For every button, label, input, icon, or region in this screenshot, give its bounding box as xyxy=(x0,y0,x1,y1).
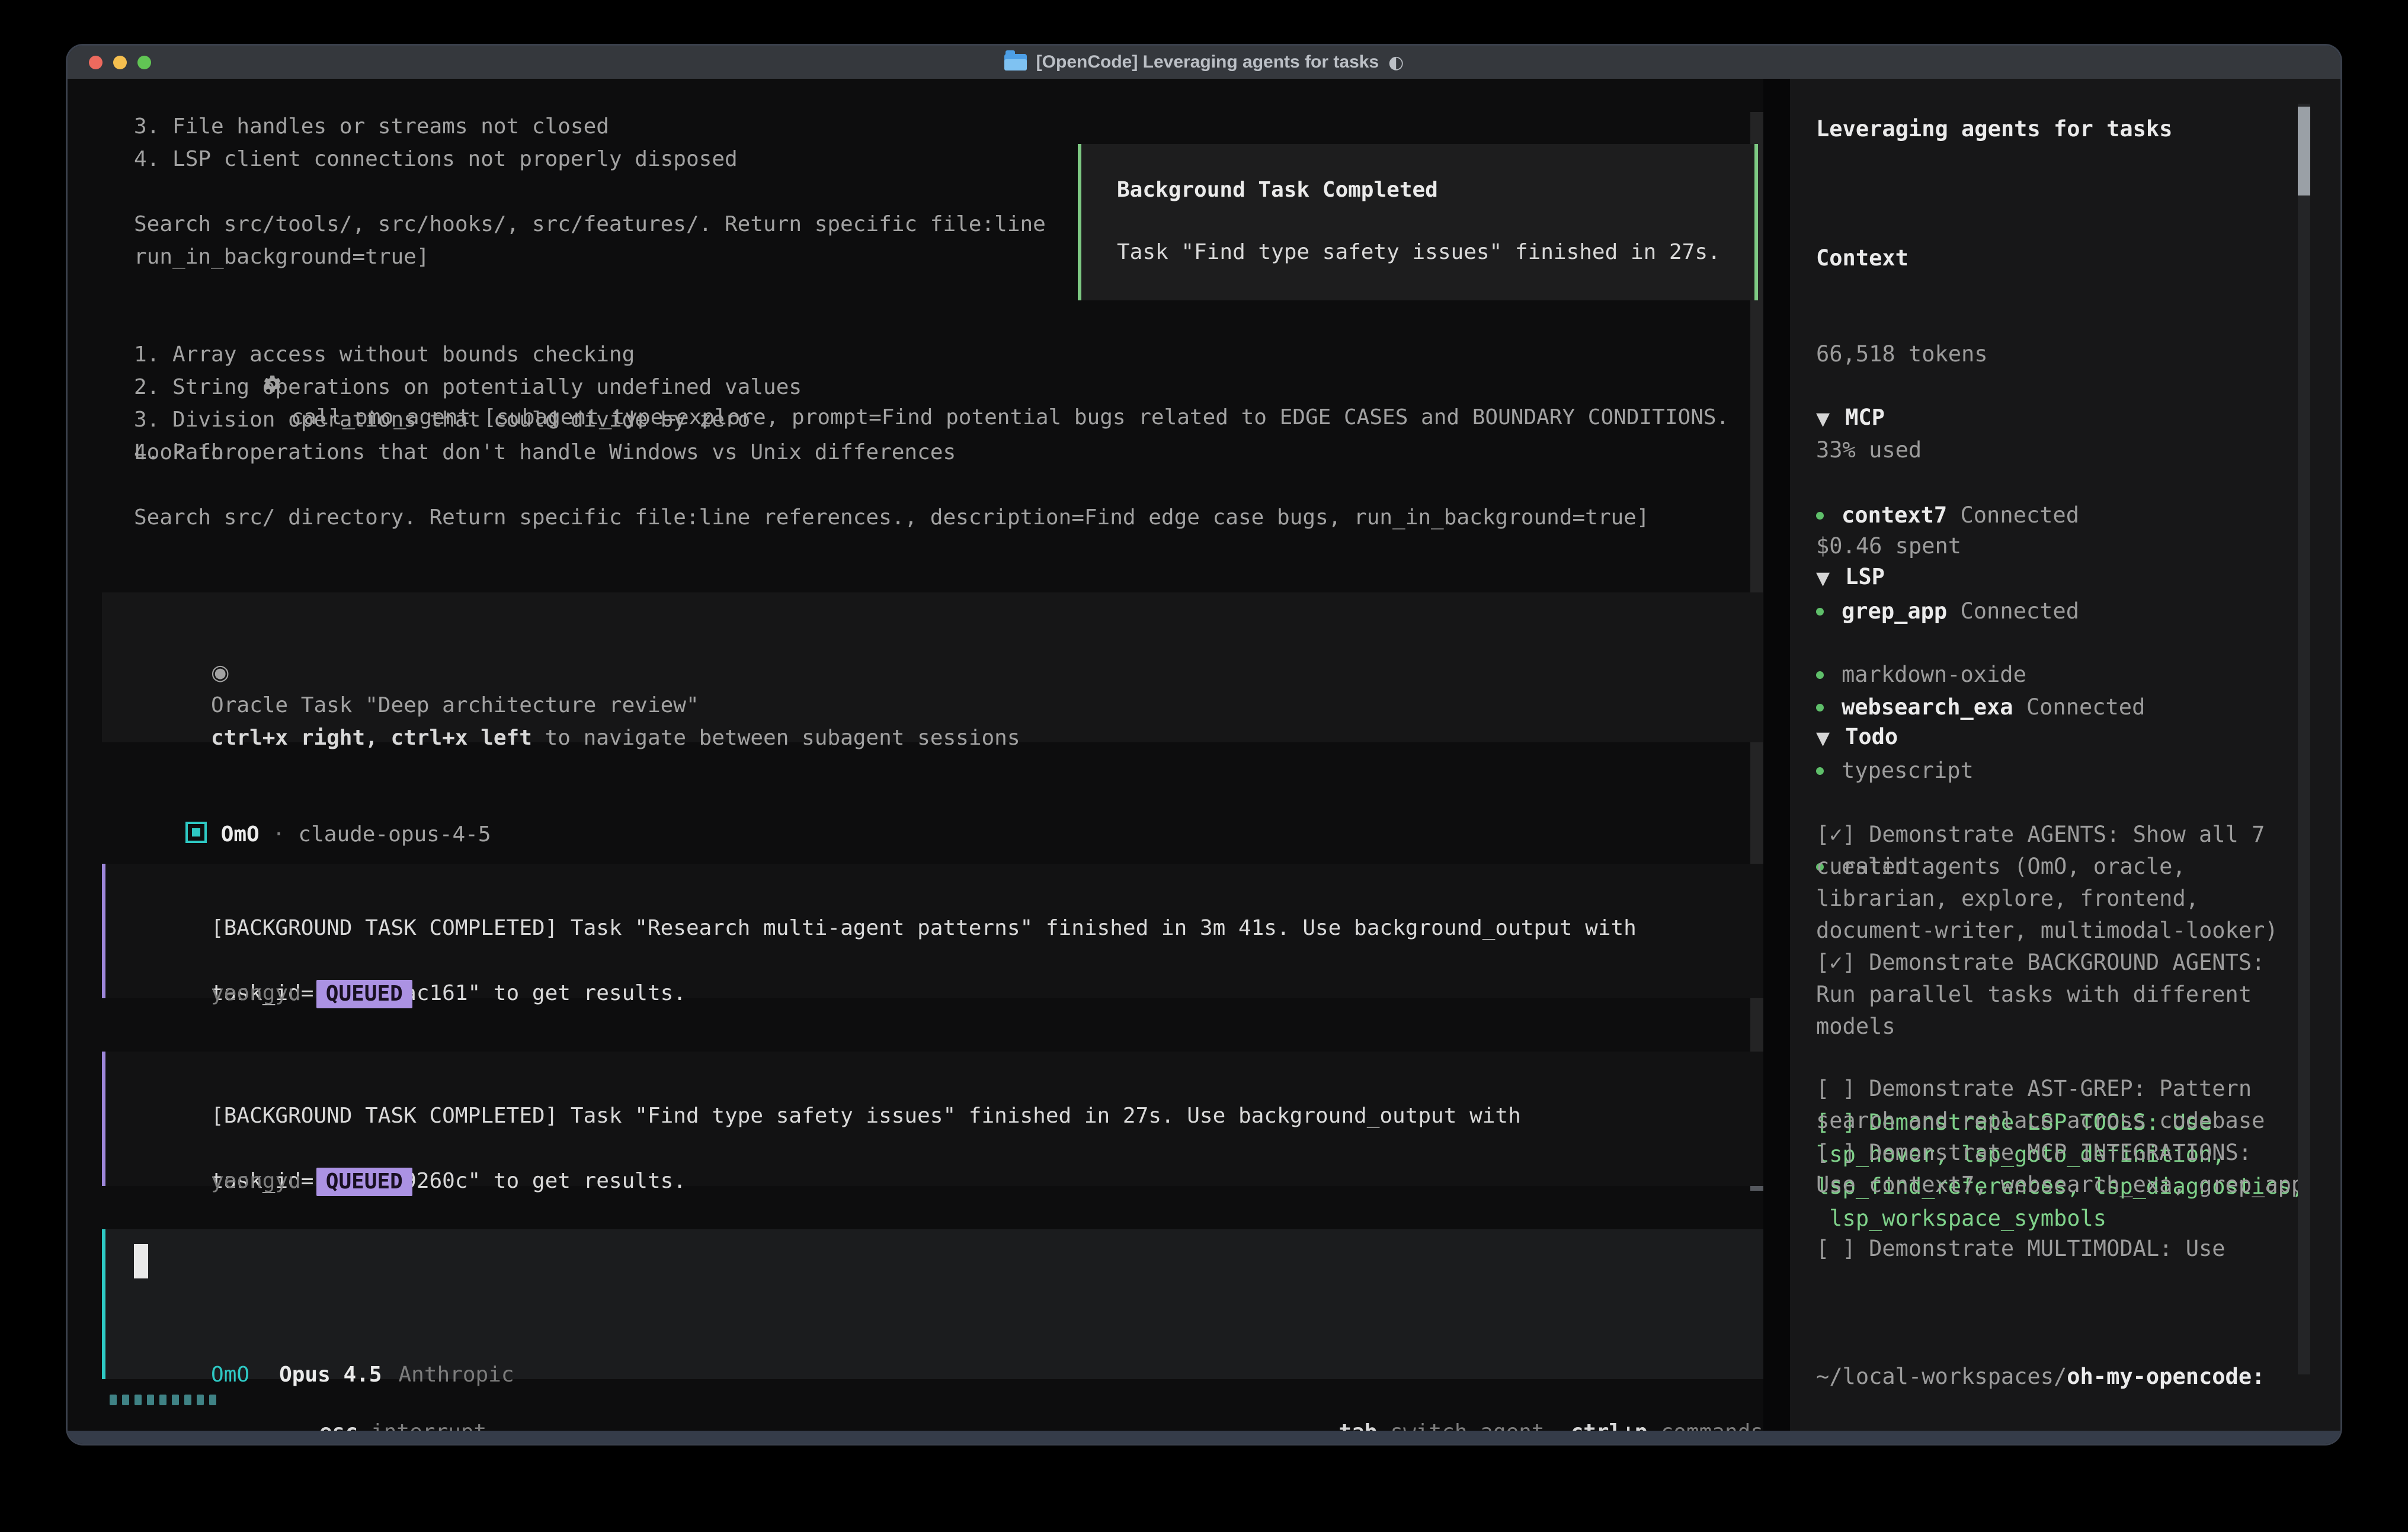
notification-body: Task "Find type safety issues" finished … xyxy=(1117,236,1721,268)
titlebar: [OpenCode] Leveraging agents for tasks ◐ xyxy=(68,46,2340,79)
agent-name: OmO xyxy=(221,822,260,847)
agent-model: claude-opus-4-5 xyxy=(298,822,491,847)
status-bar: escinterrupt tabswitch agentctrl+pcomman… xyxy=(68,1383,1763,1416)
todo-pending-items: [ ] Demonstrate AST-GREP: Pattern search… xyxy=(1816,1073,2326,1201)
window-title: [OpenCode] Leveraging agents for tasks xyxy=(1036,52,1379,72)
session-state-icon: ◐ xyxy=(1388,52,1404,73)
background-task-card: [BACKGROUND TASK COMPLETED] Task "Find t… xyxy=(102,1052,1763,1186)
background-task-card: [BACKGROUND TASK COMPLETED] Task "Resear… xyxy=(102,864,1763,998)
agent-checkbox-icon xyxy=(185,822,207,843)
fisheye-icon: ◉ xyxy=(211,661,229,685)
path-prefix: ~/local-workspaces/ xyxy=(1816,1364,2067,1389)
status-badge: QUEUED xyxy=(316,980,412,1008)
notification-toast[interactable]: Background Task Completed Task "Find typ… xyxy=(1078,144,1758,300)
context-heading: Context xyxy=(1816,242,2326,274)
todo-done-items: [✓] Demonstrate AGENTS: Show all 7 curat… xyxy=(1816,819,2326,1043)
oracle-task-hint: ctrl+x right, ctrl+x left to navigate be… xyxy=(134,689,1020,787)
hint-keys: ctrl+x right, ctrl+x left xyxy=(211,726,532,750)
task-meta: yeongyu QUEUED xyxy=(134,944,412,1042)
sidebar: Leveraging agents for tasks Context 66,5… xyxy=(1790,79,2340,1431)
app-window: [OpenCode] Leveraging agents for tasks ◐… xyxy=(68,46,2340,1444)
hint-text: to navigate between subagent sessions xyxy=(532,726,1020,750)
prompt-input[interactable]: OmOOpus 4.5Anthropic xyxy=(102,1229,1763,1379)
task-meta: yeongyu QUEUED xyxy=(134,1132,412,1230)
window-bottom-edge xyxy=(68,1431,2340,1444)
collapse-triangle-icon xyxy=(1816,564,1845,589)
notification-title: Background Task Completed xyxy=(1117,174,1438,206)
todo-header[interactable]: Todo xyxy=(1816,721,2326,755)
todo-section: Todo [✓] Demonstrate AGENTS: Show all 7 … xyxy=(1816,657,2326,1299)
task-author: yeongyu xyxy=(211,1169,301,1193)
todo-pending-item: [ ] Demonstrate MULTIMODAL: Use xyxy=(1816,1233,2326,1265)
sidebar-scrollbar-track[interactable] xyxy=(2298,104,2310,1374)
task-author: yeongyu xyxy=(211,981,301,1005)
maximize-button[interactable] xyxy=(137,56,151,69)
minimize-button[interactable] xyxy=(113,56,127,69)
text-cursor xyxy=(134,1244,148,1278)
sidebar-scrollbar-thumb[interactable] xyxy=(2298,107,2310,195)
traffic-lights xyxy=(89,56,151,69)
separator-dot: · xyxy=(273,822,286,847)
spinner-dots-icon xyxy=(110,1383,222,1416)
collapse-triangle-icon xyxy=(1816,724,1845,749)
oracle-task-box: ◉ Oracle Task "Deep architecture review"… xyxy=(102,592,1763,742)
desktop: { "window": { "title": "[OpenCode] Lever… xyxy=(0,0,2408,1532)
status-badge: QUEUED xyxy=(316,1168,412,1196)
folder-icon xyxy=(1004,54,1027,70)
repo-name: oh-my-opencode: xyxy=(2067,1364,2265,1389)
session-title: Leveraging agents for tasks xyxy=(1816,113,2326,145)
lsp-header[interactable]: LSP xyxy=(1816,561,2326,595)
mcp-header[interactable]: MCP xyxy=(1816,402,2326,435)
scrollback-text-list: 1. Array access without bounds checking … xyxy=(134,338,1757,534)
close-button[interactable] xyxy=(89,56,103,69)
collapse-triangle-icon xyxy=(1816,405,1845,430)
